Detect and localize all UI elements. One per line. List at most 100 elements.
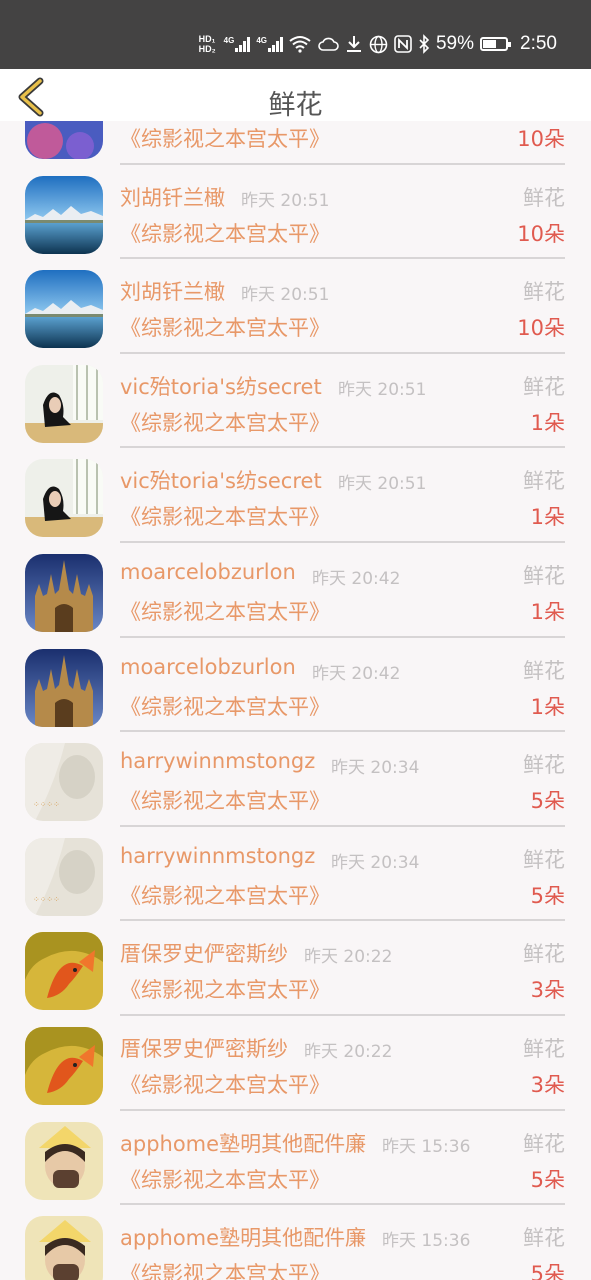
user-name[interactable]: 刘胡钎兰橄 xyxy=(120,182,225,212)
list-item[interactable]: vic殆toria's纺secret 昨天 20:51 鲜花《综影视之本宫太平》 1朵 xyxy=(0,451,591,546)
avatar[interactable] xyxy=(25,121,103,159)
user-name[interactable]: moarcelobzurlon xyxy=(120,560,296,584)
timestamp: 昨天 15:36 xyxy=(382,1231,471,1252)
gift-type: 鲜花 xyxy=(523,185,565,210)
timestamp: 昨天 20:42 xyxy=(312,568,401,589)
flower-count: 5朵 xyxy=(530,1262,565,1280)
avatar[interactable] xyxy=(25,459,103,538)
user-name[interactable]: harrywinnmstongz xyxy=(120,844,315,868)
flower-count: 3朵 xyxy=(530,978,565,1003)
book-title[interactable]: 《综影视之本宫太平》 xyxy=(120,691,330,721)
flower-count: 10朵 xyxy=(517,127,565,151)
user-name[interactable]: apphome塾明其他配件廉 xyxy=(120,1222,366,1252)
bluetooth-icon xyxy=(418,34,430,54)
timestamp: 昨天 15:36 xyxy=(382,1136,471,1157)
download-icon xyxy=(345,35,363,53)
hd1-label: HD₁ xyxy=(198,34,216,44)
user-name[interactable]: moarcelobzurlon xyxy=(120,655,296,679)
svg-text:⁘⁘⁘⁘: ⁘⁘⁘⁘ xyxy=(33,895,60,904)
book-title[interactable]: 《综影视之本宫太平》 xyxy=(120,880,330,910)
book-title[interactable]: 《综影视之本宫太平》 xyxy=(120,596,330,626)
flower-count: 1朵 xyxy=(530,505,565,530)
hd2-label: HD₂ xyxy=(198,44,216,54)
list-item[interactable]: moarcelobzurlon 昨天 20:42 鲜花《综影视之本宫太平》 1朵 xyxy=(0,546,591,641)
row-divider xyxy=(120,1013,565,1016)
signal-icon: 4G xyxy=(224,36,251,52)
avatar[interactable] xyxy=(25,175,103,254)
status-icons: HD₁ HD₂ 4G 4G 59% 2:50 xyxy=(199,30,557,58)
flower-count: 3朵 xyxy=(530,1072,565,1097)
gift-type: 鲜花 xyxy=(523,847,565,872)
clock: 2:50 xyxy=(520,33,557,54)
flower-list[interactable]: 《综影视之本宫太平》 10朵 刘胡钎兰橄 昨天 20:51 鲜花 《综影视之本宫太平》 10… xyxy=(0,121,591,1280)
book-title[interactable]: 《综影视之本宫太平》 xyxy=(120,501,330,531)
avatar[interactable]: ⁘⁘⁘⁘ xyxy=(25,837,103,916)
avatar[interactable] xyxy=(25,1216,103,1280)
network-type-2: 4G xyxy=(256,36,267,45)
row-divider xyxy=(120,257,565,260)
list-item[interactable]: apphome塾明其他配件廉 昨天 15:36 鲜花《综影视之本宫太平》 5朵 xyxy=(0,1114,591,1209)
avatar[interactable]: ⁘⁘⁘⁘ xyxy=(25,743,103,822)
avatar[interactable] xyxy=(25,1121,103,1200)
timestamp: 昨天 20:22 xyxy=(304,1041,393,1062)
avatar[interactable] xyxy=(25,932,103,1011)
battery-percent: 59% xyxy=(435,33,475,54)
timestamp: 昨天 20:51 xyxy=(241,285,330,306)
row-divider xyxy=(120,162,565,165)
row-divider xyxy=(120,540,565,543)
row-divider xyxy=(120,824,565,827)
gift-type: 鲜花 xyxy=(523,753,565,778)
book-title[interactable]: 《综影视之本宫太平》 xyxy=(120,1164,330,1194)
book-title[interactable]: 《综影视之本宫太平》 xyxy=(120,1069,330,1099)
book-title[interactable]: 《综影视之本宫太平》 xyxy=(120,123,330,153)
user-name[interactable]: 厝保罗史俨密斯纱 xyxy=(120,1033,288,1063)
avatar[interactable] xyxy=(25,648,103,727)
row-divider xyxy=(120,730,565,733)
gift-type: 鲜花 xyxy=(523,469,565,494)
book-title[interactable]: 《综影视之本宫太平》 xyxy=(120,312,330,342)
svg-text:⁘⁘⁘⁘: ⁘⁘⁘⁘ xyxy=(33,800,60,809)
flower-count: 1朵 xyxy=(530,599,565,624)
book-title[interactable]: 《综影视之本宫太平》 xyxy=(120,218,330,248)
list-item[interactable]: ⁘⁘⁘⁘ harrywinnmstongz 昨天 20:34 鲜花《综影视之本宫太平》… xyxy=(0,830,591,925)
timestamp: 昨天 20:42 xyxy=(312,663,401,684)
list-item[interactable]: 刘胡钎兰橄 昨天 20:51 鲜花 《综影视之本宫太平》 10朵 xyxy=(0,168,591,263)
list-item[interactable]: ⁘⁘⁘⁘ harrywinnmstongz 昨天 20:34 鲜花《综影视之本宫太平》… xyxy=(0,735,591,830)
flower-count: 10朵 xyxy=(517,221,565,246)
flower-count: 1朵 xyxy=(530,694,565,719)
user-name[interactable]: harrywinnmstongz xyxy=(120,749,315,773)
gift-type: 鲜花 xyxy=(523,563,565,588)
flower-count: 1朵 xyxy=(530,410,565,435)
list-item[interactable]: 刘胡钎兰橄 昨天 20:51 鲜花 《综影视之本宫太平》 10朵 xyxy=(0,262,591,357)
flower-count: 5朵 xyxy=(530,1167,565,1192)
hd-indicator: HD₁ HD₂ xyxy=(199,34,216,54)
avatar[interactable] xyxy=(25,364,103,443)
avatar[interactable] xyxy=(25,553,103,632)
list-item[interactable]: vic殆toria's纺secret 昨天 20:51 鲜花 《综影视之本宫太平》 1朵 xyxy=(0,357,591,452)
user-name[interactable]: vic殆toria's纺secret xyxy=(120,465,322,495)
list-item[interactable]: 《综影视之本宫太平》 10朵 xyxy=(0,121,591,168)
book-title[interactable]: 《综影视之本宫太平》 xyxy=(120,407,330,437)
timestamp: 昨天 20:34 xyxy=(331,852,420,873)
flower-list-content: 《综影视之本宫太平》 10朵 刘胡钎兰橄 昨天 20:51 鲜花 《综影视之本宫太平》 10… xyxy=(0,121,591,1280)
flower-count: 5朵 xyxy=(530,789,565,814)
book-title[interactable]: 《综影视之本宫太平》 xyxy=(120,1258,330,1280)
user-name[interactable]: 刘胡钎兰橄 xyxy=(120,276,225,306)
list-item[interactable]: apphome塾明其他配件廉 昨天 15:36 鲜花 《综影视之本宫太平》 5朵 xyxy=(0,1208,591,1280)
user-name[interactable]: vic殆toria's纺secret xyxy=(120,371,322,401)
gift-type: 鲜花 xyxy=(523,1131,565,1156)
gift-type: 鲜花 xyxy=(523,942,565,967)
avatar[interactable] xyxy=(25,270,103,349)
book-title[interactable]: 《综影视之本宫太平》 xyxy=(120,785,330,815)
avatar[interactable] xyxy=(25,1026,103,1105)
row-divider xyxy=(120,1108,565,1111)
list-item[interactable]: 厝保罗史俨密斯纱 昨天 20:22 鲜花 《综影视之本宫太平》 3朵 xyxy=(0,1019,591,1114)
timestamp: 昨天 20:34 xyxy=(331,758,420,779)
list-item[interactable]: 厝保罗史俨密斯纱 昨天 20:22 鲜花 《综影视之本宫太平》 3朵 xyxy=(0,924,591,1019)
row-divider xyxy=(120,919,565,922)
timestamp: 昨天 20:51 xyxy=(338,474,427,495)
user-name[interactable]: 厝保罗史俨密斯纱 xyxy=(120,938,288,968)
user-name[interactable]: apphome塾明其他配件廉 xyxy=(120,1128,366,1158)
list-item[interactable]: moarcelobzurlon 昨天 20:42 鲜花 《综影视之本宫太平》 1朵 xyxy=(0,641,591,736)
book-title[interactable]: 《综影视之本宫太平》 xyxy=(120,974,330,1004)
